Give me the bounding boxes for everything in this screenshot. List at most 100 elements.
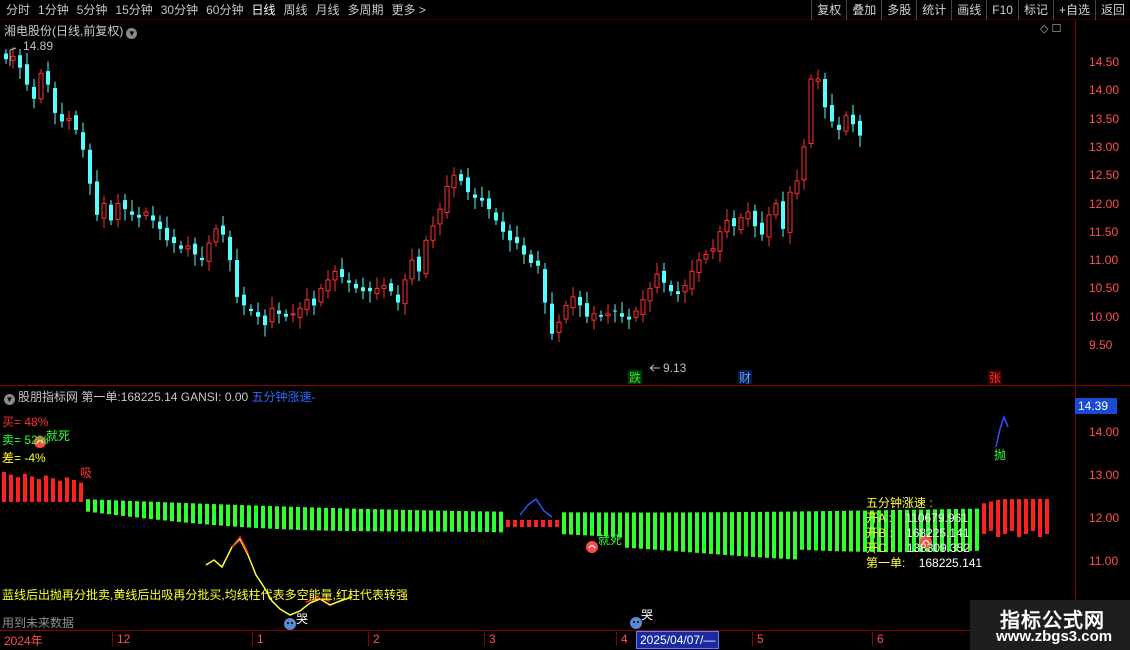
speed-info-title: 五分钟涨速 : (866, 496, 933, 510)
energy-bar (58, 480, 62, 502)
speed-info-row: 开C : 138309.352 (866, 541, 982, 556)
energy-bar (23, 473, 27, 502)
energy-bar (1045, 499, 1049, 534)
period-tabs: 分时 1分钟 5分钟 15分钟 30分钟 60分钟 日线 周线 月线 多周期 更多 > (2, 0, 430, 20)
energy-bar (492, 511, 496, 533)
candle (123, 193, 127, 221)
tool-button[interactable]: +自选 (1052, 0, 1095, 20)
cry-signal-icon[interactable] (284, 618, 296, 630)
time-label: 2024年 (4, 634, 43, 648)
candle (66, 110, 72, 130)
candle (781, 191, 785, 237)
energy-bar (527, 520, 531, 527)
candle (32, 78, 36, 109)
energy-bar (30, 476, 34, 502)
candle (361, 277, 365, 300)
energy-bar (429, 510, 433, 532)
tool-button[interactable]: 统计 (916, 0, 951, 20)
energy-bar (1017, 499, 1021, 537)
energy-bar (205, 503, 209, 525)
energy-bar (373, 509, 377, 532)
period-tab[interactable]: 15分钟 (111, 0, 156, 20)
candle (851, 105, 855, 133)
energy-bar (982, 503, 986, 534)
period-tab[interactable]: 分时 (2, 0, 34, 20)
candle (717, 225, 723, 263)
candle (4, 48, 8, 64)
candle (696, 252, 702, 283)
marker-label: 跌 (629, 370, 641, 385)
energy-bar (1010, 499, 1014, 531)
period-tab[interactable]: 多周期 (344, 0, 388, 20)
period-tab[interactable]: 更多 > (388, 0, 430, 20)
energy-bar (324, 507, 328, 531)
energy-bar (268, 506, 272, 529)
candle (172, 228, 176, 253)
energy-bar (443, 510, 447, 532)
candle (200, 246, 204, 267)
candle (794, 169, 800, 200)
candle (25, 52, 29, 91)
period-tab[interactable]: 30分钟 (157, 0, 202, 20)
candle (823, 72, 827, 119)
energy-bar (212, 504, 216, 526)
energy-bar (408, 509, 412, 532)
period-toolbar: 分时 1分钟 5分钟 15分钟 30分钟 60分钟 日线 周线 月线 多周期 更多 > 复权 叠加 多股… (0, 0, 1130, 20)
energy-bar (303, 507, 307, 531)
energy-bar (835, 510, 839, 552)
future-data-note: 用到未来数据 (2, 616, 75, 630)
energy-bar (989, 501, 993, 531)
energy-bar (478, 511, 482, 532)
tool-button[interactable]: 复权 (811, 0, 846, 20)
candle (633, 306, 639, 322)
tool-button[interactable]: 叠加 (846, 0, 881, 20)
candle (213, 224, 219, 247)
indicator-tick: 11.00 (1089, 554, 1119, 568)
tool-button[interactable]: F10 (986, 0, 1018, 20)
candle (801, 138, 807, 190)
period-tab[interactable]: 月线 (312, 0, 344, 20)
energy-bar (394, 509, 398, 532)
legend-note: 蓝线后出抛再分批卖,黄线后出吸再分批买,均线柱代表多空能量,红柱代表转强 (2, 588, 409, 602)
period-tab[interactable]: 日线 (247, 0, 279, 20)
energy-bar (72, 480, 76, 502)
cry-signal-label: 哭 (296, 612, 308, 626)
price-tick: 14.50 (1089, 55, 1120, 69)
energy-bar (779, 511, 783, 559)
candle (647, 282, 653, 313)
candle (263, 309, 267, 337)
energy-bar (240, 505, 244, 528)
indicator-tick: 14.00 (1089, 425, 1120, 439)
tool-button[interactable]: 标记 (1017, 0, 1053, 20)
period-tab[interactable]: 60分钟 (202, 0, 247, 20)
speed-info-row: 第一单: 168225.141 (866, 556, 982, 571)
energy-bar (170, 502, 174, 522)
energy-bar (387, 509, 391, 532)
energy-bar (450, 510, 454, 532)
energy-bar (758, 511, 762, 558)
period-tab[interactable]: 5分钟 (73, 0, 112, 20)
tool-button[interactable]: 多股 (881, 0, 916, 20)
price-tick: 13.50 (1089, 111, 1120, 126)
energy-bar (737, 512, 741, 556)
candle (206, 235, 212, 271)
candle (46, 61, 50, 93)
candle (18, 48, 22, 79)
pane-divider[interactable] (0, 385, 1130, 386)
candle (444, 175, 450, 219)
period-tab[interactable]: 周线 (279, 0, 311, 20)
high-price-label: 14.89 (23, 39, 53, 53)
tool-button[interactable]: 画线 (951, 0, 986, 20)
energy-bar (1031, 499, 1035, 531)
buy-sell-stats: 买= 48% 卖= 52% 差= -4% (2, 413, 48, 467)
watermark-url: www.zbgs3.com (996, 628, 1113, 645)
dead-signal-icon[interactable] (586, 541, 598, 553)
candlestick-chart[interactable]: 14.89 9.13 跌 财 张 (0, 20, 1075, 385)
period-tab[interactable]: 1分钟 (34, 0, 73, 20)
energy-bar (576, 512, 580, 535)
candle (368, 281, 372, 303)
tool-button[interactable]: 返回 (1094, 0, 1130, 20)
energy-bar (359, 508, 363, 532)
energy-bar (2, 472, 6, 502)
dead-signal-label: 就死 (46, 429, 70, 443)
